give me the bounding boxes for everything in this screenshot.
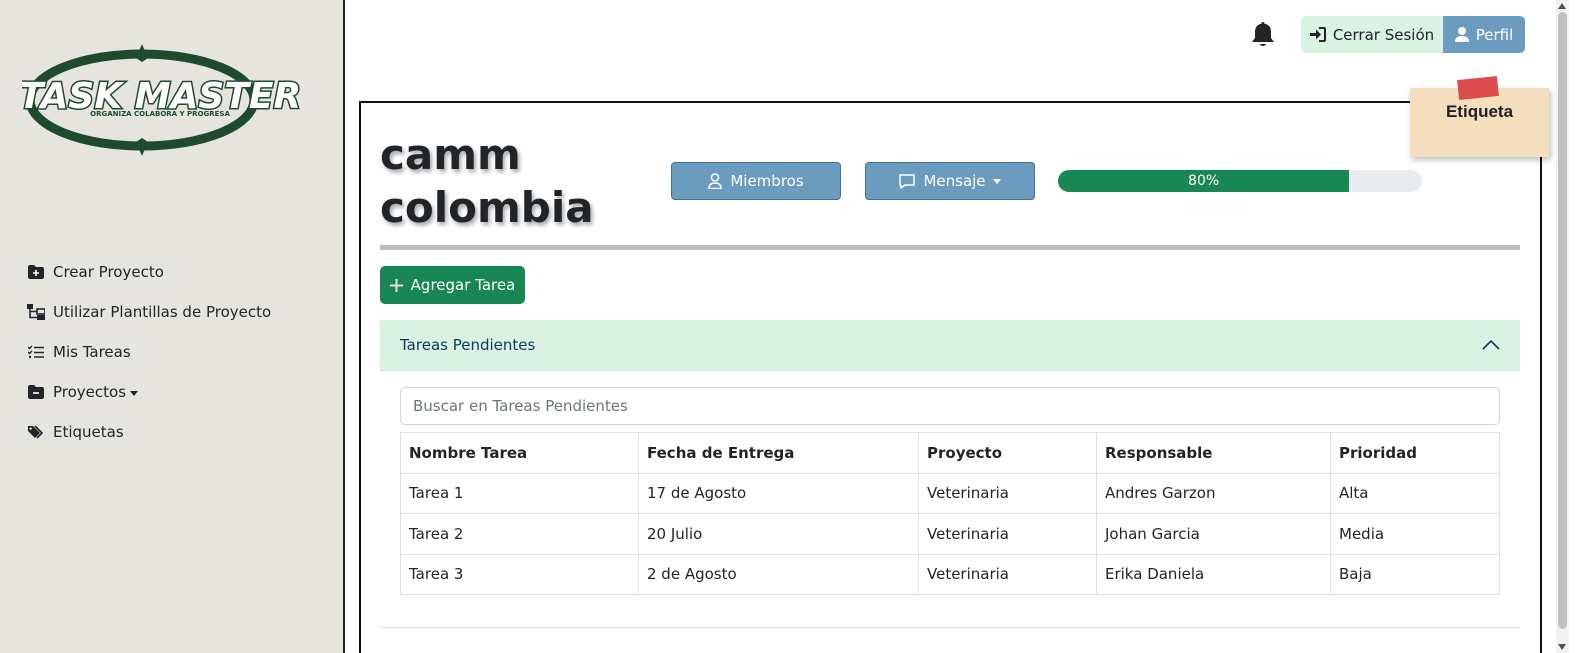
section-divider (380, 245, 1520, 250)
profile-button[interactable]: Perfil (1443, 16, 1525, 53)
pending-tasks-search-input[interactable] (400, 387, 1500, 425)
user-icon (1454, 27, 1469, 42)
sidebar-item-label: Utilizar Plantillas de Proyecto (53, 303, 272, 321)
scrollbar-thumb[interactable] (1558, 12, 1567, 629)
pending-tasks-table: Nombre Tarea Fecha de Entrega Proyecto R… (400, 432, 1500, 595)
scroll-up-icon[interactable] (1558, 3, 1566, 9)
priority-cell: Baja (1330, 553, 1500, 595)
logout-button[interactable]: Cerrar Sesión (1301, 16, 1443, 53)
sidebar-item-label: Proyectos (53, 383, 127, 401)
project-title-line-2: colombia (380, 183, 594, 232)
sidebar-item-label: Crear Proyecto (53, 263, 164, 281)
column-header[interactable]: Proyecto (918, 432, 1097, 474)
sidebar-item-plantillas[interactable]: Utilizar Plantillas de Proyecto (27, 292, 327, 332)
tape-decoration (1457, 75, 1499, 101)
assignee-cell: Erika Daniela (1096, 553, 1331, 595)
priority-cell: Alta (1330, 472, 1500, 514)
project-cell: Veterinaria (918, 513, 1097, 555)
sticky-note-text: Etiqueta (1445, 102, 1514, 121)
table-header-row: Nombre Tarea Fecha de Entrega Proyecto R… (400, 432, 1500, 474)
column-header[interactable]: Responsable (1096, 432, 1331, 474)
project-progress-bar: 80% (1058, 170, 1422, 192)
add-task-button[interactable]: Agregar Tarea (380, 266, 525, 304)
page-scrollbar[interactable] (1556, 0, 1569, 653)
column-header[interactable]: Fecha de Entrega (638, 432, 919, 474)
project-title: camm colombia (380, 128, 650, 234)
column-header[interactable]: Prioridad (1330, 432, 1500, 474)
add-task-label: Agregar Tarea (410, 276, 516, 294)
project-cell: Veterinaria (918, 553, 1097, 595)
task-name-cell: Tarea 3 (400, 553, 639, 595)
members-label: Miembros (730, 172, 804, 190)
message-dropdown-button[interactable]: Mensaje (865, 162, 1035, 200)
section-divider (380, 627, 1520, 628)
due-date-cell: 20 Julio (638, 513, 919, 555)
accordion-title: Tareas Pendientes (400, 336, 536, 354)
folder-minus-icon (27, 384, 45, 400)
sidebar-item-crear-proyecto[interactable]: Crear Proyecto (27, 252, 327, 292)
task-name-cell: Tarea 1 (400, 472, 639, 514)
column-header[interactable]: Nombre Tarea (400, 432, 639, 474)
chevron-down-icon (992, 178, 1001, 184)
assignee-cell: Andres Garzon (1096, 472, 1331, 514)
pending-tasks-accordion-header[interactable]: Tareas Pendientes (380, 320, 1520, 371)
user-outline-icon (708, 173, 723, 189)
table-row[interactable]: Tarea 1 17 de Agosto Veterinaria Andres … (400, 472, 1500, 514)
table-row[interactable]: Tarea 3 2 de Agosto Veterinaria Erika Da… (400, 553, 1500, 595)
sidebar-nav: Crear Proyecto Utilizar Plantillas de Pr… (27, 252, 327, 452)
message-label: Mensaje (923, 172, 986, 190)
tags-icon (27, 424, 45, 440)
sidebar-item-etiquetas[interactable]: Etiquetas (27, 412, 327, 452)
due-date-cell: 2 de Agosto (638, 553, 919, 595)
diagram-icon (27, 304, 45, 320)
sidebar-item-mis-tareas[interactable]: Mis Tareas (27, 332, 327, 372)
assignee-cell: Johan Garcia (1096, 513, 1331, 555)
task-name-cell: Tarea 2 (400, 513, 639, 555)
progress-label: 80% (1188, 173, 1220, 189)
scroll-down-icon[interactable] (1558, 644, 1566, 650)
project-cell: Veterinaria (918, 472, 1097, 514)
logo-tagline: ORGANIZA COLABORA Y PROGRESA (90, 110, 230, 118)
sidebar-item-label: Mis Tareas (53, 343, 131, 361)
sidebar-item-proyectos[interactable]: Proyectos (27, 372, 327, 412)
sidebar: TASK MASTER ORGANIZA COLABORA Y PROGRESA… (0, 0, 345, 653)
members-button[interactable]: Miembros (671, 162, 841, 200)
project-title-line-1: camm (380, 130, 521, 179)
logout-label: Cerrar Sesión (1332, 25, 1435, 44)
chat-icon (899, 173, 916, 189)
chevron-up-icon (1482, 337, 1500, 355)
sidebar-item-label: Etiquetas (53, 423, 124, 441)
plus-icon (389, 278, 403, 292)
sticky-note-label[interactable]: Etiqueta (1410, 75, 1549, 157)
priority-cell: Media (1330, 513, 1500, 555)
folder-plus-icon (27, 264, 45, 280)
table-row[interactable]: Tarea 2 20 Julio Veterinaria Johan Garci… (400, 513, 1500, 555)
list-check-icon (27, 344, 45, 360)
progress-fill: 80% (1058, 170, 1350, 192)
chevron-down-icon (130, 390, 139, 396)
bell-icon[interactable] (1250, 20, 1276, 48)
sign-in-icon (1309, 27, 1326, 42)
profile-label: Perfil (1475, 25, 1514, 44)
task-master-logo[interactable]: TASK MASTER ORGANIZA COLABORA Y PROGRESA (17, 40, 303, 160)
due-date-cell: 17 de Agosto (638, 472, 919, 514)
